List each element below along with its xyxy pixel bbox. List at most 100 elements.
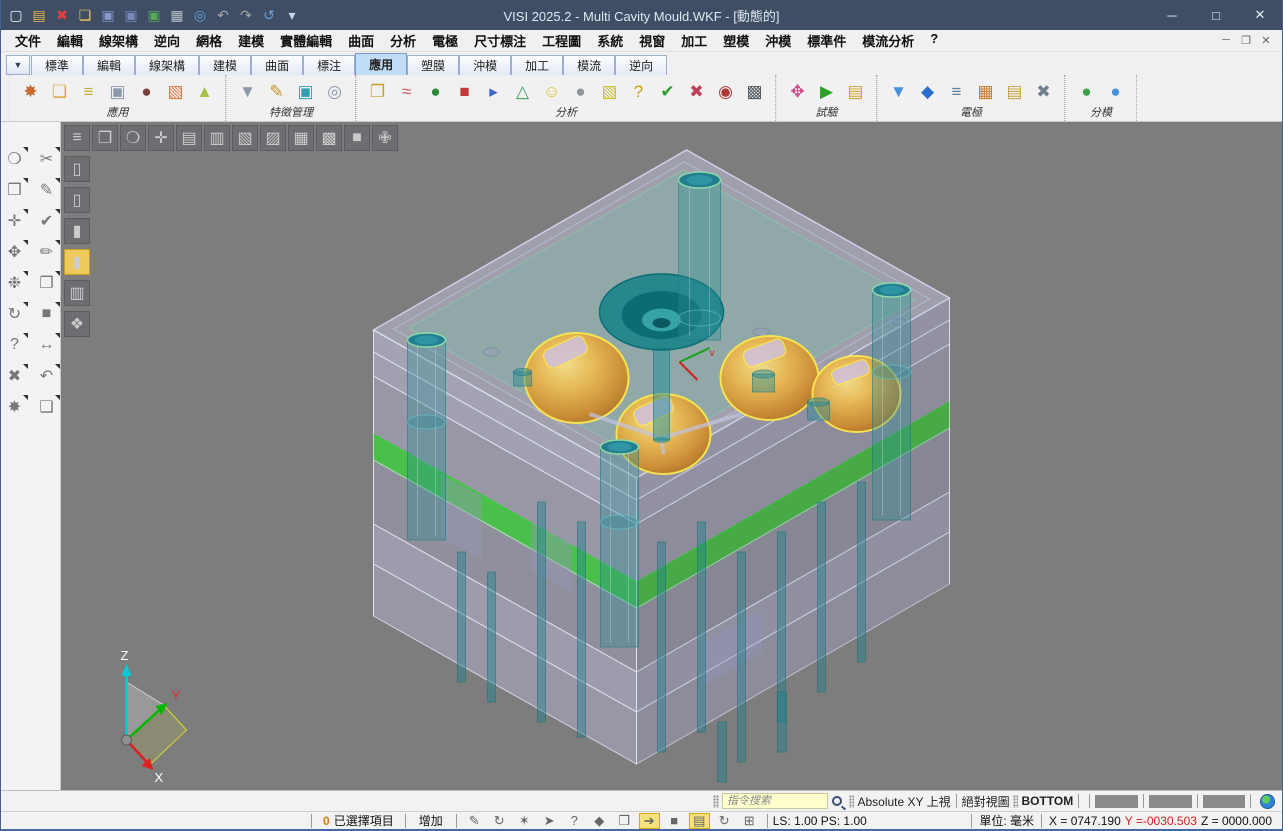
session-restore-icon[interactable]: ↺: [259, 4, 279, 26]
tab-dropdown-button[interactable]: ▼: [6, 55, 30, 75]
menu-item[interactable]: 曲面: [340, 31, 382, 50]
undo-operation-icon[interactable]: ↶: [34, 363, 60, 389]
filter-wire-icon[interactable]: ▥: [64, 280, 90, 306]
rotate-view-icon[interactable]: ↻: [714, 813, 735, 829]
menu-item[interactable]: 尺寸標注: [466, 31, 534, 50]
pick-solid-icon[interactable]: ➤: [539, 813, 560, 829]
menu-item[interactable]: 編輯: [49, 31, 91, 50]
menu-item[interactable]: 沖模: [757, 31, 799, 50]
menu-item[interactable]: 建模: [230, 31, 272, 50]
建模[interactable]: 建模: [199, 55, 251, 75]
electrode-copy-icon[interactable]: ▤: [1001, 78, 1028, 105]
help-query-icon[interactable]: ?: [2, 332, 28, 358]
menu-item[interactable]: 加工: [673, 31, 715, 50]
ucs-move-icon[interactable]: ✥: [2, 239, 28, 265]
加工[interactable]: 加工: [511, 55, 563, 75]
auto-refresh-icon[interactable]: ↻: [489, 813, 510, 829]
mdi-close-button[interactable]: ✕: [1256, 30, 1276, 50]
window-split-icon[interactable]: ⊞: [739, 813, 760, 829]
close-file-icon[interactable]: ✖: [52, 4, 72, 26]
preview-icon[interactable]: ◎: [190, 4, 210, 26]
cavity-side-icon[interactable]: ●: [1102, 78, 1129, 105]
view-top-icon[interactable]: ▤: [176, 125, 202, 151]
language-globe-icon[interactable]: [1260, 794, 1275, 809]
coord-mode-label[interactable]: Absolute XY 上視: [857, 793, 950, 810]
validate-solid-icon[interactable]: ✔: [654, 78, 681, 105]
electrode-path-icon[interactable]: ≡: [943, 78, 970, 105]
assembly-tree-icon[interactable]: ≡: [75, 78, 102, 105]
window-layout-icon[interactable]: ❐: [34, 270, 60, 296]
open-file-icon[interactable]: ▤: [29, 4, 49, 26]
attributes-palette-icon[interactable]: ❉: [2, 270, 28, 296]
view-back-icon[interactable]: ▩: [316, 125, 342, 151]
delete-entity-icon[interactable]: ✖: [2, 363, 28, 389]
flag-check-icon[interactable]: ▸: [480, 78, 507, 105]
save-as-icon[interactable]: ▣: [121, 4, 141, 26]
section-view-icon[interactable]: ▩: [741, 78, 768, 105]
validate-check-icon[interactable]: ✔: [34, 208, 60, 234]
unit-label[interactable]: 單位: 毫米: [977, 812, 1036, 829]
absolute-view-label[interactable]: 絕對視圖: [962, 793, 1010, 810]
new-file-icon[interactable]: ▢: [6, 4, 26, 26]
ucs-axis-icon[interactable]: ✛: [148, 125, 174, 151]
menu-item[interactable]: 實體編輯: [272, 31, 340, 50]
spline-edit-icon[interactable]: ✎: [34, 177, 60, 203]
solid-view-icon[interactable]: ■: [664, 813, 685, 829]
thickness-analysis-icon[interactable]: ■: [451, 78, 478, 105]
curvature-analysis-icon[interactable]: ≈: [393, 78, 420, 105]
沖模[interactable]: 沖模: [459, 55, 511, 75]
filter-current-icon[interactable]: ▮: [64, 249, 90, 275]
save-icon[interactable]: ▣: [98, 4, 118, 26]
selection-frame-icon[interactable]: ❒: [2, 177, 28, 203]
feature-fill-icon[interactable]: ▣: [292, 78, 319, 105]
simulation-stack-icon[interactable]: ▤: [842, 78, 869, 105]
menu-item[interactable]: 文件: [7, 31, 49, 50]
maximize-button[interactable]: □: [1194, 0, 1238, 30]
sketch-curve-icon[interactable]: ✏: [34, 239, 60, 265]
select-frame-icon[interactable]: ❒: [92, 125, 118, 151]
pick-tool-icon[interactable]: ✎: [464, 813, 485, 829]
menu-item[interactable]: ?: [922, 31, 946, 50]
menu-item[interactable]: 分析: [382, 31, 424, 50]
標注[interactable]: 標注: [303, 55, 355, 75]
box-select-icon[interactable]: ❒: [614, 813, 635, 829]
preview-zoom-icon[interactable]: ❍: [2, 146, 28, 172]
texture-map-icon[interactable]: ▧: [162, 78, 189, 105]
view-front-icon[interactable]: ▦: [288, 125, 314, 151]
線架構[interactable]: 線架構: [135, 55, 199, 75]
view-right-icon[interactable]: ▨: [260, 125, 286, 151]
search-icon[interactable]: [832, 796, 842, 806]
mould-3d-model[interactable]: v: [61, 122, 1282, 790]
menu-item[interactable]: 電極: [424, 31, 466, 50]
view-name-label[interactable]: BOTTOM: [1021, 794, 1073, 808]
inspect-solid-icon[interactable]: ◉: [712, 78, 739, 105]
simulation-play-icon[interactable]: ▶: [813, 78, 840, 105]
kinematics-tool-icon[interactable]: ✥: [784, 78, 811, 105]
minimize-button[interactable]: ─: [1150, 0, 1194, 30]
redo-icon[interactable]: ↷: [236, 4, 256, 26]
feature-remove-icon[interactable]: ▼: [234, 78, 261, 105]
feature-revolve-icon[interactable]: ◎: [321, 78, 348, 105]
application-config-icon[interactable]: ✸: [17, 78, 44, 105]
core-side-icon[interactable]: ●: [1073, 78, 1100, 105]
open-part-icon[interactable]: ❏: [34, 394, 60, 420]
electrode-holder-icon[interactable]: ▦: [972, 78, 999, 105]
shading-mode-icon[interactable]: ■: [34, 301, 60, 327]
menu-item[interactable]: 網格: [188, 31, 230, 50]
view-menu-icon[interactable]: ≡: [64, 125, 90, 151]
filter-solid-icon[interactable]: ▮: [64, 218, 90, 244]
view-iso-icon[interactable]: ■: [344, 125, 370, 151]
save-all-icon[interactable]: ▣: [144, 4, 164, 26]
bounding-box-icon[interactable]: ❒: [364, 78, 391, 105]
dynamic-view-icon[interactable]: ➔: [639, 813, 660, 829]
menu-item[interactable]: 標準件: [799, 31, 854, 50]
view-axis-icon[interactable]: ✙: [372, 125, 398, 151]
geometry-doctor-icon[interactable]: ?: [625, 78, 652, 105]
編輯[interactable]: 編輯: [83, 55, 135, 75]
塑膜[interactable]: 塑膜: [407, 55, 459, 75]
view-bottom-icon[interactable]: ▥: [204, 125, 230, 151]
menu-item[interactable]: 工程圖: [534, 31, 589, 50]
menu-item[interactable]: 塑模: [715, 31, 757, 50]
逆向[interactable]: 逆向: [615, 55, 667, 75]
模流[interactable]: 模流: [563, 55, 615, 75]
